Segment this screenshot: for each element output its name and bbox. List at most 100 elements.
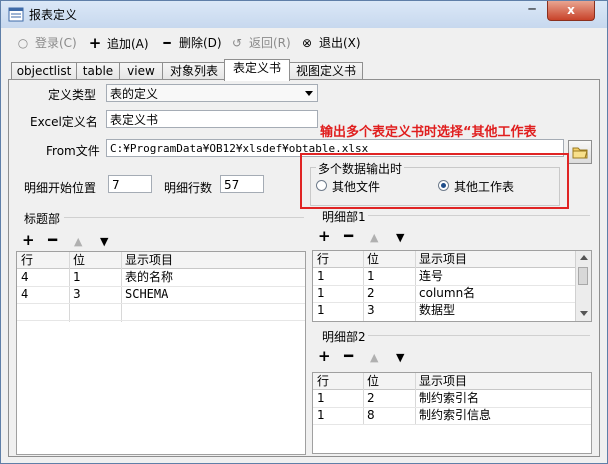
header-item-col[interactable]: 显示项目	[419, 373, 467, 389]
add-label: 追加(A)	[107, 37, 149, 51]
add-button[interactable]: + 追加(A)	[87, 34, 149, 54]
def-type-select[interactable]: 表的定义	[106, 84, 318, 102]
cell-item[interactable]: 数据型	[419, 302, 455, 318]
excel-name-input[interactable]: 表定义书	[106, 110, 318, 128]
add-icon: +	[88, 34, 102, 52]
app-icon	[8, 7, 24, 22]
cell-item[interactable]: 制约索引名	[419, 390, 479, 406]
cell-pos[interactable]: 2	[367, 285, 375, 301]
cell-row[interactable]: 4	[21, 269, 29, 285]
header-pos-col[interactable]: 位	[367, 251, 379, 267]
detail1-scrollbar[interactable]	[575, 251, 591, 321]
title-table: 行 位 显示项目 4 1 表的名称 4 3 SCHEMA	[16, 251, 306, 455]
col-divider	[121, 252, 122, 322]
minimize-button[interactable]: ─	[519, 1, 545, 20]
detail1-remove-icon[interactable]: ━	[344, 229, 353, 244]
tab-table[interactable]: table	[76, 62, 120, 80]
folder-icon	[572, 147, 588, 159]
cell-item[interactable]: 表的名称	[125, 269, 173, 285]
back-button[interactable]: ↺ 返回(R)	[229, 34, 291, 54]
close-button[interactable]: x	[547, 1, 595, 21]
radio-other-sheet-label[interactable]: 其他工作表	[454, 178, 514, 195]
row-divider	[313, 424, 591, 425]
cell-row[interactable]: 1	[317, 285, 325, 301]
radio-other-file-label[interactable]: 其他文件	[332, 178, 380, 195]
detail2-divider	[368, 335, 590, 336]
cell-pos[interactable]: 8	[367, 407, 375, 423]
cell-pos[interactable]: 3	[367, 302, 375, 318]
def-type-label: 定义类型	[48, 88, 97, 102]
detail1-move-down-icon[interactable]: ▼	[396, 230, 404, 245]
login-button[interactable]: ○ 登录(C)	[15, 34, 77, 54]
title-bar[interactable]: 报表定义 ─ x	[1, 1, 607, 28]
detail1-divider	[368, 215, 590, 216]
cell-pos[interactable]: 3	[73, 286, 81, 302]
title-section-label: 标题部	[24, 212, 61, 226]
detail1-table: 行 位 显示项目 1 1 连号 1 2 column名 1 3 数据型	[312, 250, 592, 322]
radio-other-file[interactable]	[316, 180, 327, 191]
back-icon: ↺	[231, 36, 243, 50]
cell-row[interactable]: 1	[317, 407, 325, 423]
output-group-label: 多个数据输出时	[316, 160, 405, 177]
detail2-move-down-icon[interactable]: ▼	[396, 350, 404, 365]
title-remove-icon[interactable]: ━	[48, 233, 57, 248]
row-divider	[17, 303, 305, 304]
cell-pos[interactable]: 1	[367, 268, 375, 284]
header-item-col[interactable]: 显示项目	[125, 252, 173, 268]
cell-row[interactable]: 1	[317, 268, 325, 284]
start-position-input[interactable]: 7	[108, 175, 152, 193]
header-pos-col[interactable]: 位	[367, 373, 379, 389]
detail2-add-icon[interactable]: +	[318, 349, 331, 364]
cell-row[interactable]: 1	[317, 302, 325, 318]
scroll-up-icon[interactable]	[580, 255, 588, 260]
row-count-input[interactable]: 57	[220, 175, 264, 193]
cell-row[interactable]: 4	[21, 286, 28, 302]
header-row-col[interactable]: 行	[317, 373, 329, 389]
tab-objectlist[interactable]: objectlist	[11, 62, 77, 80]
exit-label: 退出(X)	[319, 36, 361, 50]
radio-other-sheet[interactable]	[438, 180, 449, 191]
tab-view[interactable]: view	[119, 62, 163, 80]
delete-icon: ━	[163, 36, 171, 50]
scroll-thumb[interactable]	[578, 267, 588, 285]
tab-object-list[interactable]: 对象列表	[162, 62, 226, 80]
chevron-down-icon	[305, 91, 313, 96]
scroll-down-icon[interactable]	[580, 311, 588, 316]
header-row-col[interactable]: 行	[21, 252, 33, 268]
cell-item[interactable]: SCHEMA	[125, 286, 168, 302]
title-section-divider	[64, 217, 304, 218]
from-file-label: From文件	[46, 144, 100, 158]
tab-table-definition[interactable]: 表定义书	[224, 59, 290, 81]
col-divider	[363, 251, 364, 321]
cell-row[interactable]: 1	[317, 390, 325, 406]
header-row-col[interactable]: 行	[317, 251, 329, 267]
detail2-move-up-icon[interactable]: ▲	[370, 350, 378, 365]
delete-button[interactable]: ━ 删除(D)	[159, 34, 221, 54]
detail1-move-up-icon[interactable]: ▲	[370, 230, 378, 245]
title-move-up-icon[interactable]: ▲	[74, 234, 82, 249]
cell-pos[interactable]: 2	[367, 390, 375, 406]
exit-button[interactable]: ⊗ 退出(X)	[299, 34, 361, 54]
col-divider	[415, 251, 416, 321]
header-pos-col[interactable]: 位	[73, 252, 85, 268]
detail1-section-label: 明细部1	[322, 210, 366, 224]
title-move-down-icon[interactable]: ▼	[100, 234, 108, 249]
title-add-icon[interactable]: +	[22, 233, 35, 248]
cell-item[interactable]: 制约索引信息	[419, 407, 491, 423]
detail2-table: 行 位 显示项目 1 2 制约索引名 1 8 制约索引信息	[312, 372, 592, 454]
header-item-col[interactable]: 显示项目	[419, 251, 467, 267]
tab-view-definition[interactable]: 视图定义书	[289, 62, 363, 80]
row-divider	[17, 320, 305, 321]
detail1-add-icon[interactable]: +	[318, 229, 331, 244]
row-count-label: 明细行数	[164, 181, 213, 195]
login-icon: ○	[17, 36, 29, 50]
excel-name-label: Excel定义名	[30, 115, 98, 129]
detail2-remove-icon[interactable]: ━	[344, 349, 353, 364]
browse-button[interactable]	[568, 140, 592, 164]
cell-item[interactable]: column名	[419, 285, 475, 301]
cell-item[interactable]: 连号	[419, 268, 443, 284]
cell-pos[interactable]: 1	[73, 269, 81, 285]
window-title: 报表定义	[29, 8, 78, 22]
back-label: 返回(R)	[249, 36, 291, 50]
exit-icon: ⊗	[301, 36, 313, 50]
